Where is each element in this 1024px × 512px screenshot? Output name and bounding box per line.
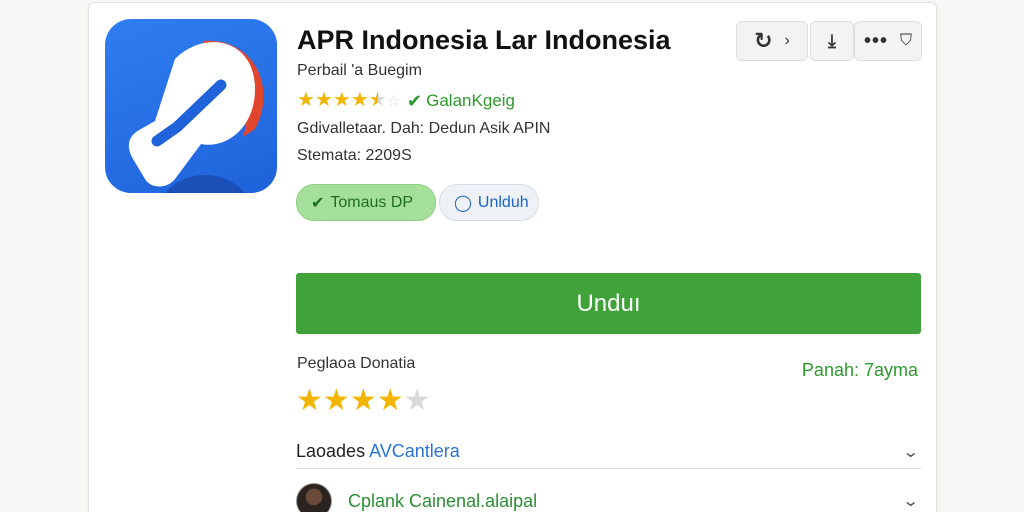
star-icon: ★ [297,89,315,111]
star-icon: ★ [349,384,377,417]
star-icon: ★ [376,384,404,417]
update-chip[interactable]: ◯ Unlduh [439,184,539,221]
row-label: Laoades AVCantlera [296,441,460,462]
reviews-summary-link[interactable]: Panah: 7ayma [802,360,918,381]
check-icon: ✔ [407,90,423,111]
row-label-link[interactable]: AVCantlera [369,441,460,461]
more-icon: ••• [863,29,888,52]
app-developer: Perbail 'a Buegim [297,62,422,79]
rating-stars: ★★★★★☆ [297,90,401,112]
app-info-line-1: Gdivalletaar. Dah: Dedun Asik APIN [297,120,551,137]
star-icon: ★ [314,89,333,111]
app-detail-card: APR Indonesia Lar Indonesia Perbail 'a B… [88,2,937,512]
reviews-label: Peglaoa Donatia [297,355,416,372]
app-info-line-2: Stemata: 2209S [297,147,412,164]
chevron-down-icon: ⌄ [901,493,920,510]
review-stars: ★★★★★ [296,385,431,417]
app-logo [105,19,277,193]
chevron-down-icon: ⌄ [901,443,920,461]
more-toolbar-button[interactable]: ••• ⛉ [854,21,922,61]
star-outline-icon: ☆ [386,93,402,110]
refresh-icon[interactable]: ↻ [754,28,772,54]
app-rating-row: ★★★★★☆ ✔ GalanKgeig [297,90,515,112]
expandable-row-review[interactable]: Cplank Cainenal.alaipal ⌄ [296,481,921,512]
star-icon: ★ [350,89,369,111]
refresh-circle-icon: ◯ [454,194,472,212]
star-icon: ★ [296,384,323,417]
shield-icon: ⛉ [900,32,913,49]
download-icon: ⤓ [828,30,836,51]
half-star-icon: ★ [368,89,387,111]
app-title: APR Indonesia Lar Indonesia [297,25,671,55]
check-icon: ✔ [311,194,325,212]
installed-chip[interactable]: ✔ Tomaus DP [296,184,436,221]
toolbar-refresh-group: ↻ › [736,21,808,61]
download-button[interactable]: Unduı [296,273,921,334]
update-chip-label: Unlduh [477,193,529,211]
row-label: Cplank Cainenal.alaipal [348,490,538,511]
star-icon: ★ [322,384,350,417]
installed-chip-label: Tomaus DP [330,193,414,211]
star-outline-icon: ★ [403,384,431,417]
avatar [296,483,332,512]
chevron-right-icon[interactable]: › [785,32,790,50]
rating-text: GalanKgeig [426,91,515,110]
expandable-row-details[interactable]: Laoades AVCantlera ⌄ [296,435,921,469]
star-icon: ★ [332,89,351,111]
row-label-text: Laoades [296,441,370,461]
download-toolbar-button[interactable]: ⤓ [810,21,854,61]
